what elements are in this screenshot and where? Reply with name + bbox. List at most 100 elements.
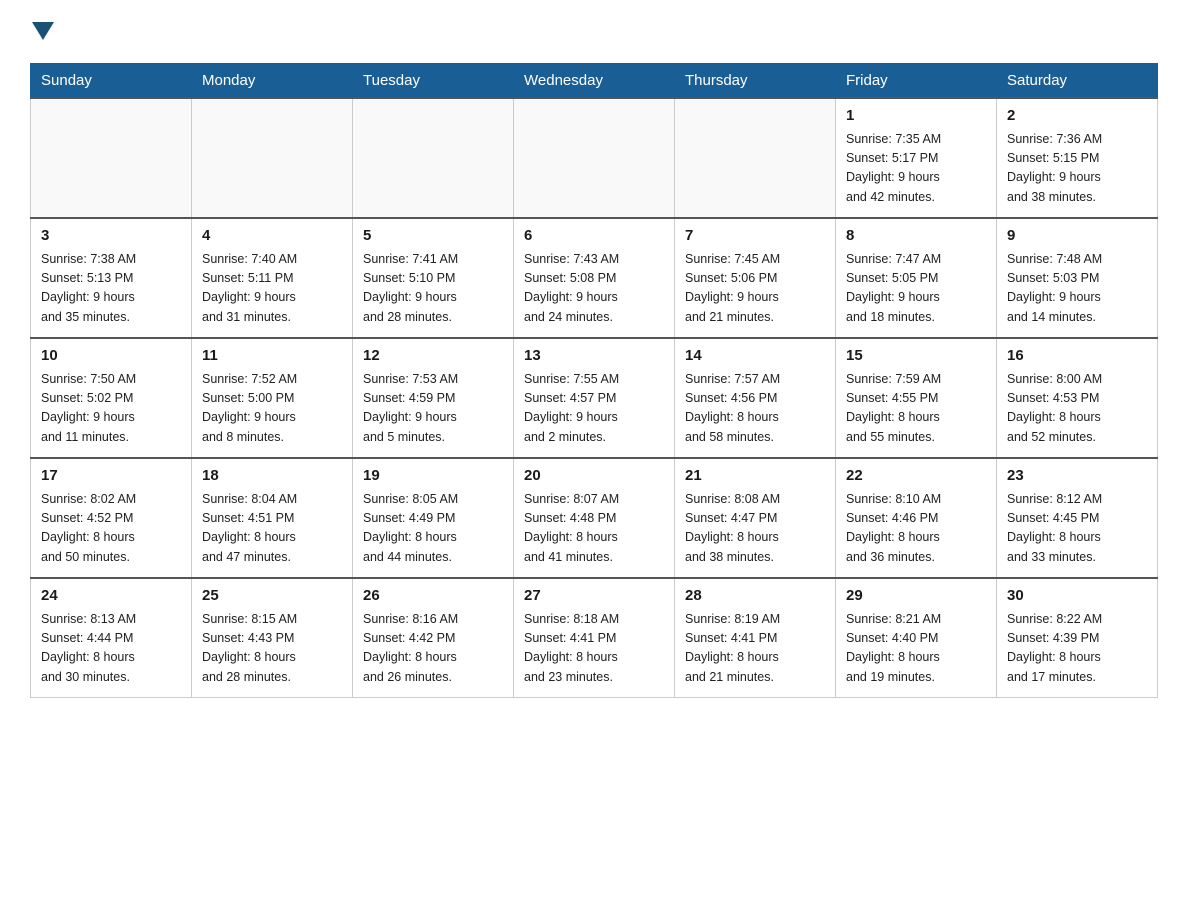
calendar-table: Sunday Monday Tuesday Wednesday Thursday… [30,63,1158,698]
header-wednesday: Wednesday [514,64,675,99]
day-info: Sunrise: 7:53 AMSunset: 4:59 PMDaylight:… [363,370,503,448]
day-cell-w1-d2: 5Sunrise: 7:41 AMSunset: 5:10 PMDaylight… [353,218,514,338]
day-info: Sunrise: 7:41 AMSunset: 5:10 PMDaylight:… [363,250,503,328]
day-cell-w2-d6: 16Sunrise: 8:00 AMSunset: 4:53 PMDayligh… [997,338,1158,458]
day-info: Sunrise: 7:47 AMSunset: 5:05 PMDaylight:… [846,250,986,328]
day-number: 6 [524,225,664,248]
day-info: Sunrise: 8:18 AMSunset: 4:41 PMDaylight:… [524,610,664,688]
day-cell-w2-d5: 15Sunrise: 7:59 AMSunset: 4:55 PMDayligh… [836,338,997,458]
day-cell-w4-d0: 24Sunrise: 8:13 AMSunset: 4:44 PMDayligh… [31,578,192,698]
week-row-0: 1Sunrise: 7:35 AMSunset: 5:17 PMDaylight… [31,98,1158,218]
day-cell-w0-d4 [675,98,836,218]
day-cell-w2-d4: 14Sunrise: 7:57 AMSunset: 4:56 PMDayligh… [675,338,836,458]
day-info: Sunrise: 8:07 AMSunset: 4:48 PMDaylight:… [524,490,664,568]
day-number: 10 [41,345,181,368]
week-row-4: 24Sunrise: 8:13 AMSunset: 4:44 PMDayligh… [31,578,1158,698]
day-info: Sunrise: 8:02 AMSunset: 4:52 PMDaylight:… [41,490,181,568]
logo [30,20,54,45]
weekday-header-row: Sunday Monday Tuesday Wednesday Thursday… [31,64,1158,99]
day-number: 18 [202,465,342,488]
day-cell-w3-d4: 21Sunrise: 8:08 AMSunset: 4:47 PMDayligh… [675,458,836,578]
day-cell-w0-d6: 2Sunrise: 7:36 AMSunset: 5:15 PMDaylight… [997,98,1158,218]
day-info: Sunrise: 8:12 AMSunset: 4:45 PMDaylight:… [1007,490,1147,568]
day-info: Sunrise: 7:45 AMSunset: 5:06 PMDaylight:… [685,250,825,328]
day-info: Sunrise: 8:21 AMSunset: 4:40 PMDaylight:… [846,610,986,688]
day-number: 29 [846,585,986,608]
day-number: 12 [363,345,503,368]
day-cell-w3-d1: 18Sunrise: 8:04 AMSunset: 4:51 PMDayligh… [192,458,353,578]
day-info: Sunrise: 8:08 AMSunset: 4:47 PMDaylight:… [685,490,825,568]
day-cell-w2-d3: 13Sunrise: 7:55 AMSunset: 4:57 PMDayligh… [514,338,675,458]
day-number: 4 [202,225,342,248]
day-number: 9 [1007,225,1147,248]
day-cell-w0-d5: 1Sunrise: 7:35 AMSunset: 5:17 PMDaylight… [836,98,997,218]
day-number: 1 [846,105,986,128]
day-number: 2 [1007,105,1147,128]
day-cell-w4-d4: 28Sunrise: 8:19 AMSunset: 4:41 PMDayligh… [675,578,836,698]
day-number: 11 [202,345,342,368]
header-friday: Friday [836,64,997,99]
day-cell-w0-d1 [192,98,353,218]
day-info: Sunrise: 8:00 AMSunset: 4:53 PMDaylight:… [1007,370,1147,448]
week-row-1: 3Sunrise: 7:38 AMSunset: 5:13 PMDaylight… [31,218,1158,338]
day-cell-w1-d4: 7Sunrise: 7:45 AMSunset: 5:06 PMDaylight… [675,218,836,338]
day-number: 21 [685,465,825,488]
day-number: 26 [363,585,503,608]
day-number: 5 [363,225,503,248]
day-cell-w1-d0: 3Sunrise: 7:38 AMSunset: 5:13 PMDaylight… [31,218,192,338]
header-saturday: Saturday [997,64,1158,99]
day-info: Sunrise: 7:38 AMSunset: 5:13 PMDaylight:… [41,250,181,328]
day-number: 13 [524,345,664,368]
day-cell-w2-d0: 10Sunrise: 7:50 AMSunset: 5:02 PMDayligh… [31,338,192,458]
day-info: Sunrise: 8:19 AMSunset: 4:41 PMDaylight:… [685,610,825,688]
day-info: Sunrise: 7:48 AMSunset: 5:03 PMDaylight:… [1007,250,1147,328]
day-info: Sunrise: 7:55 AMSunset: 4:57 PMDaylight:… [524,370,664,448]
day-cell-w4-d3: 27Sunrise: 8:18 AMSunset: 4:41 PMDayligh… [514,578,675,698]
day-cell-w4-d1: 25Sunrise: 8:15 AMSunset: 4:43 PMDayligh… [192,578,353,698]
week-row-2: 10Sunrise: 7:50 AMSunset: 5:02 PMDayligh… [31,338,1158,458]
day-number: 17 [41,465,181,488]
day-number: 27 [524,585,664,608]
day-info: Sunrise: 7:59 AMSunset: 4:55 PMDaylight:… [846,370,986,448]
day-info: Sunrise: 8:16 AMSunset: 4:42 PMDaylight:… [363,610,503,688]
day-number: 30 [1007,585,1147,608]
day-cell-w1-d1: 4Sunrise: 7:40 AMSunset: 5:11 PMDaylight… [192,218,353,338]
day-cell-w0-d2 [353,98,514,218]
day-info: Sunrise: 7:36 AMSunset: 5:15 PMDaylight:… [1007,130,1147,208]
day-cell-w3-d6: 23Sunrise: 8:12 AMSunset: 4:45 PMDayligh… [997,458,1158,578]
day-info: Sunrise: 7:43 AMSunset: 5:08 PMDaylight:… [524,250,664,328]
header-sunday: Sunday [31,64,192,99]
day-number: 19 [363,465,503,488]
day-info: Sunrise: 7:52 AMSunset: 5:00 PMDaylight:… [202,370,342,448]
day-number: 8 [846,225,986,248]
day-info: Sunrise: 7:40 AMSunset: 5:11 PMDaylight:… [202,250,342,328]
day-number: 20 [524,465,664,488]
day-number: 7 [685,225,825,248]
day-number: 22 [846,465,986,488]
day-number: 25 [202,585,342,608]
day-info: Sunrise: 8:05 AMSunset: 4:49 PMDaylight:… [363,490,503,568]
day-number: 3 [41,225,181,248]
page-header [30,20,1158,45]
day-number: 24 [41,585,181,608]
day-cell-w2-d1: 11Sunrise: 7:52 AMSunset: 5:00 PMDayligh… [192,338,353,458]
day-cell-w2-d2: 12Sunrise: 7:53 AMSunset: 4:59 PMDayligh… [353,338,514,458]
day-info: Sunrise: 7:50 AMSunset: 5:02 PMDaylight:… [41,370,181,448]
day-cell-w4-d6: 30Sunrise: 8:22 AMSunset: 4:39 PMDayligh… [997,578,1158,698]
day-info: Sunrise: 7:35 AMSunset: 5:17 PMDaylight:… [846,130,986,208]
header-thursday: Thursday [675,64,836,99]
day-info: Sunrise: 7:57 AMSunset: 4:56 PMDaylight:… [685,370,825,448]
day-number: 15 [846,345,986,368]
day-cell-w0-d3 [514,98,675,218]
header-tuesday: Tuesday [353,64,514,99]
week-row-3: 17Sunrise: 8:02 AMSunset: 4:52 PMDayligh… [31,458,1158,578]
day-number: 16 [1007,345,1147,368]
day-cell-w3-d0: 17Sunrise: 8:02 AMSunset: 4:52 PMDayligh… [31,458,192,578]
day-info: Sunrise: 8:13 AMSunset: 4:44 PMDaylight:… [41,610,181,688]
day-cell-w4-d2: 26Sunrise: 8:16 AMSunset: 4:42 PMDayligh… [353,578,514,698]
day-cell-w3-d2: 19Sunrise: 8:05 AMSunset: 4:49 PMDayligh… [353,458,514,578]
day-info: Sunrise: 8:10 AMSunset: 4:46 PMDaylight:… [846,490,986,568]
day-cell-w1-d5: 8Sunrise: 7:47 AMSunset: 5:05 PMDaylight… [836,218,997,338]
day-number: 28 [685,585,825,608]
day-number: 23 [1007,465,1147,488]
